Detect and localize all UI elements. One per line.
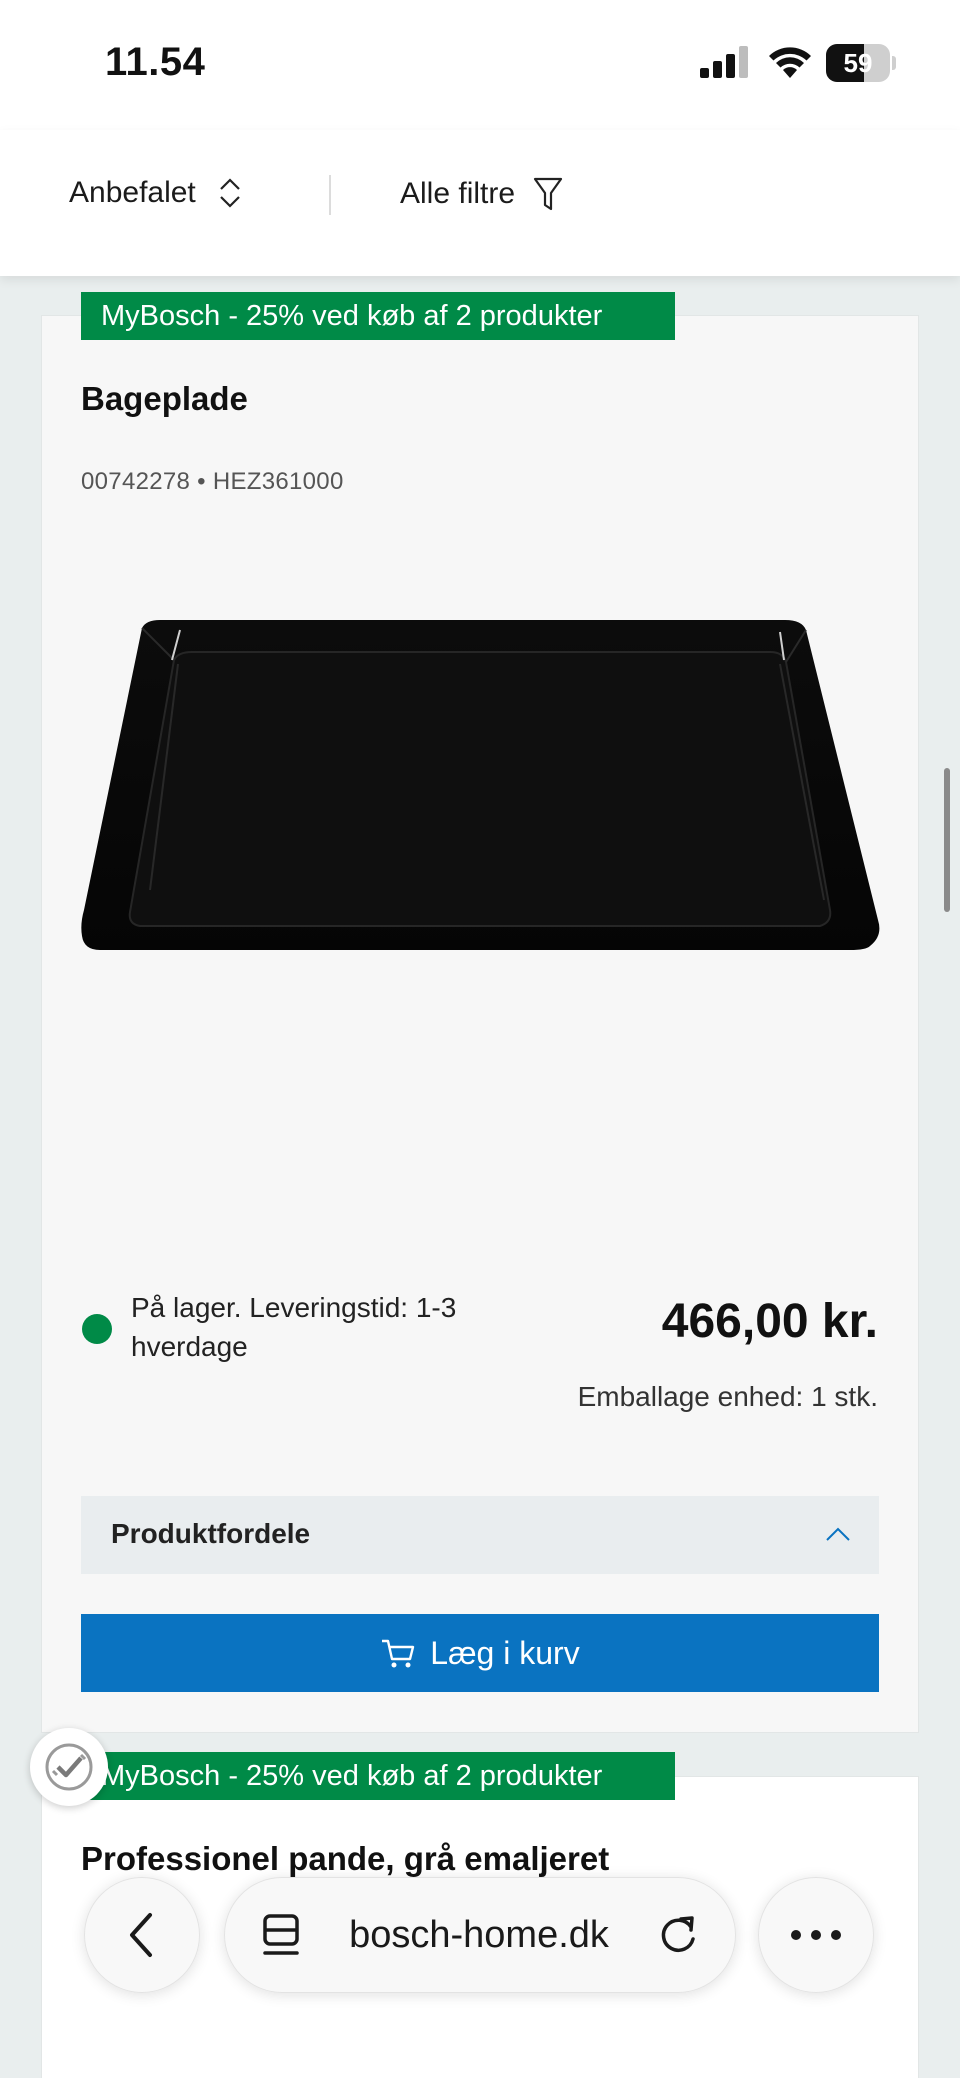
battery-percent: 59	[843, 48, 873, 78]
trust-badge-button[interactable]	[30, 1728, 108, 1806]
reload-icon[interactable]	[657, 1913, 699, 1957]
ellipsis-icon	[791, 1930, 841, 1940]
battery-icon: 59	[826, 44, 896, 82]
packaging-unit: Emballage enhed: 1 stk.	[577, 1381, 878, 1412]
product-price: 466,00 kr.	[661, 1295, 878, 1348]
cellular-signal-icon	[700, 46, 748, 78]
add-to-cart-button[interactable]: Læg i kurv	[81, 1614, 879, 1692]
filter-button[interactable]: Alle filtre	[400, 176, 563, 212]
stock-status-dot	[82, 1314, 112, 1344]
more-options-button[interactable]	[758, 1877, 874, 1993]
product-benefits-accordion[interactable]: Produktfordele	[81, 1496, 879, 1574]
sort-updown-icon	[220, 178, 240, 208]
back-button[interactable]	[84, 1877, 200, 1993]
stock-status-text: På lager. Leveringstid: 1-3 hverdage	[131, 1292, 457, 1362]
page-menu-icon[interactable]	[261, 1913, 301, 1957]
product-title[interactable]: Bageplade	[81, 380, 248, 418]
sort-button[interactable]: Anbefalet	[69, 176, 242, 210]
scrollbar-thumb[interactable]	[944, 768, 950, 912]
chevron-up-icon	[826, 1527, 850, 1541]
sort-label: Anbefalet	[69, 176, 196, 209]
url-text: bosch-home.dk	[349, 1913, 609, 1956]
add-to-cart-label: Læg i kurv	[430, 1634, 580, 1671]
sort-filter-toolbar: Anbefalet Alle filtre	[0, 130, 960, 276]
clock: 11.54	[105, 40, 206, 84]
toolbar-divider	[329, 175, 331, 215]
cart-icon	[382, 1639, 415, 1668]
filter-label: Alle filtre	[400, 177, 516, 210]
promo-badge: MyBosch - 25% ved køb af 2 produkter	[81, 1752, 675, 1800]
status-bar: 11.54 59	[0, 0, 960, 130]
product-image-baking-tray[interactable]	[80, 620, 880, 1080]
chevron-left-icon	[130, 1913, 152, 1957]
product-title[interactable]: Professionel pande, grå emaljeret	[81, 1840, 609, 1878]
wifi-icon	[769, 47, 811, 78]
product-sku: 00742278 • HEZ361000	[81, 468, 344, 495]
address-bar[interactable]: bosch-home.dk	[224, 1877, 736, 1993]
promo-badge: MyBosch - 25% ved køb af 2 produkter	[81, 292, 675, 340]
shield-check-icon	[45, 1743, 93, 1791]
funnel-icon	[533, 177, 563, 211]
accordion-label: Produktfordele	[111, 1518, 311, 1549]
